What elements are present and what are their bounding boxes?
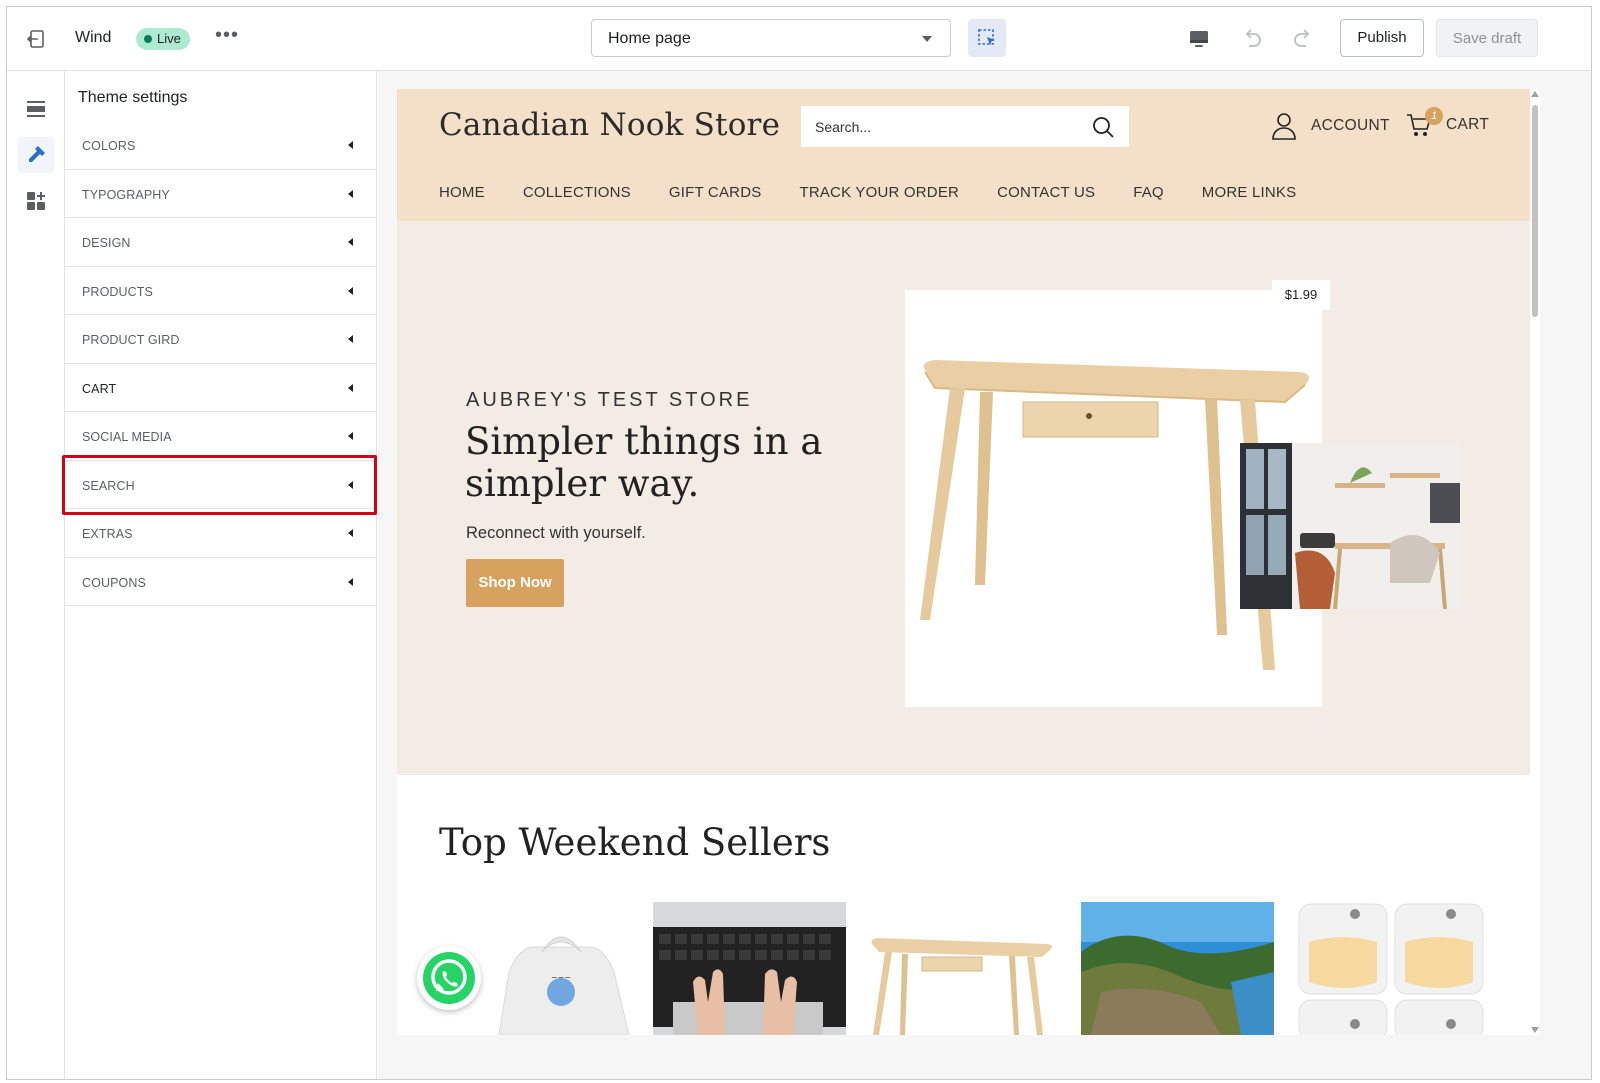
caret-left-icon — [348, 529, 353, 537]
whatsapp-icon — [423, 952, 475, 1004]
caret-left-icon — [348, 238, 353, 246]
desktop-preview-icon[interactable] — [1187, 27, 1211, 51]
nav-faq[interactable]: FAQ — [1133, 184, 1164, 201]
undo-icon[interactable] — [1240, 27, 1264, 51]
price-tag: $1.99 — [1272, 280, 1330, 310]
scrollbar-thumb[interactable] — [1532, 105, 1538, 317]
caret-left-icon — [348, 286, 353, 295]
svg-text:~~~: ~~~ — [551, 973, 571, 982]
scroll-up-icon[interactable] — [1531, 91, 1539, 97]
settings-item-products[interactable]: PRODUCTS — [65, 267, 376, 315]
hero-room-image — [1240, 443, 1462, 609]
scroll-down-icon[interactable] — [1531, 1027, 1539, 1033]
redo-icon[interactable] — [1291, 27, 1315, 51]
caret-left-icon — [348, 480, 353, 489]
nav-more-links[interactable]: MORE LINKS — [1202, 184, 1297, 201]
publish-button[interactable]: Publish — [1340, 19, 1424, 57]
user-icon — [1272, 113, 1296, 140]
live-badge: Live — [136, 28, 190, 50]
store-search-input[interactable]: Search... — [801, 106, 1129, 147]
theme-settings-icon[interactable] — [18, 137, 54, 173]
product-card-keyboard[interactable] — [653, 902, 846, 1035]
nav-gift-cards[interactable]: GIFT CARDS — [669, 184, 762, 201]
page-selector[interactable]: Home page — [591, 19, 951, 57]
caret-left-icon — [348, 383, 353, 392]
caret-left-icon — [348, 335, 353, 343]
chevron-down-icon — [922, 36, 932, 42]
caret-left-icon — [348, 141, 353, 149]
apps-icon[interactable] — [18, 183, 54, 219]
settings-item-product-grid[interactable]: PRODUCT GIRD — [65, 315, 376, 364]
hero-subtitle: Reconnect with yourself. — [466, 524, 646, 542]
caret-left-icon — [348, 577, 353, 586]
save-draft-button[interactable]: Save draft — [1436, 19, 1538, 57]
settings-item-colors[interactable]: COLORS — [65, 121, 376, 170]
sections-icon[interactable] — [18, 91, 54, 127]
hero-banner: AUBREY'S TEST STORE Simpler things in a … — [397, 221, 1530, 775]
store-logo-text[interactable]: Canadian Nook Store — [439, 107, 780, 143]
settings-item-design[interactable]: DESIGN — [65, 218, 376, 267]
product-card-landscape[interactable] — [1081, 902, 1274, 1035]
live-dot-icon — [144, 35, 152, 43]
page-selector-value: Home page — [608, 30, 691, 47]
nav-home[interactable]: HOME — [439, 184, 485, 201]
preview-canvas: Canadian Nook Store Search... ACCOUNT 1 … — [378, 71, 1591, 1079]
theme-settings-panel: Theme settings COLORS TYPOGRAPHY DESIGN … — [65, 71, 377, 1079]
settings-item-search[interactable]: SEARCH — [65, 461, 376, 509]
section-title: Top Weekend Sellers — [439, 821, 831, 864]
nav-track-order[interactable]: TRACK YOUR ORDER — [799, 184, 959, 201]
settings-list: COLORS TYPOGRAPHY DESIGN PRODUCTS PRODUC… — [65, 121, 376, 606]
caret-left-icon — [348, 189, 353, 198]
top-bar: Wind Live ••• Home page Publish Save dra… — [7, 7, 1591, 71]
product-card-nightlights[interactable] — [1295, 902, 1488, 1035]
account-link[interactable]: ACCOUNT — [1271, 112, 1390, 140]
settings-item-extras[interactable]: EXTRAS — [65, 509, 376, 558]
cart-count-badge: 1 — [1425, 107, 1443, 125]
settings-item-typography[interactable]: TYPOGRAPHY — [65, 170, 376, 218]
panel-title: Theme settings — [78, 89, 188, 106]
settings-item-coupons[interactable]: COUPONS — [65, 558, 376, 606]
hero-title: Simpler things in a simpler way. — [465, 420, 823, 505]
nav-collections[interactable]: COLLECTIONS — [523, 184, 631, 201]
hero-eyebrow: AUBREY'S TEST STORE — [466, 389, 753, 411]
theme-name: Wind — [75, 29, 112, 46]
product-card-desk[interactable] — [867, 902, 1060, 1035]
inspector-toggle[interactable] — [968, 19, 1006, 57]
preview-scrollbar[interactable] — [1530, 89, 1540, 1035]
editor-window: Wind Live ••• Home page Publish Save dra… — [6, 6, 1592, 1080]
nav-contact-us[interactable]: CONTACT US — [997, 184, 1095, 201]
shop-now-button[interactable]: Shop Now — [466, 559, 564, 607]
store-nav: HOME COLLECTIONS GIFT CARDS TRACK YOUR O… — [439, 184, 1296, 201]
search-icon[interactable] — [1091, 115, 1115, 139]
more-actions-button[interactable]: ••• — [215, 25, 239, 51]
cart-link[interactable]: 1 CART — [1406, 107, 1489, 138]
store-preview: Canadian Nook Store Search... ACCOUNT 1 … — [397, 89, 1530, 1035]
whatsapp-chat-button[interactable] — [417, 946, 481, 1010]
select-element-icon — [978, 29, 995, 45]
settings-item-cart[interactable]: CART — [65, 364, 376, 412]
caret-left-icon — [348, 432, 353, 440]
settings-item-social-media[interactable]: SOCIAL MEDIA — [65, 412, 376, 461]
exit-icon[interactable] — [25, 27, 49, 51]
icon-rail — [7, 71, 65, 1079]
store-header: Canadian Nook Store Search... ACCOUNT 1 … — [397, 89, 1530, 221]
